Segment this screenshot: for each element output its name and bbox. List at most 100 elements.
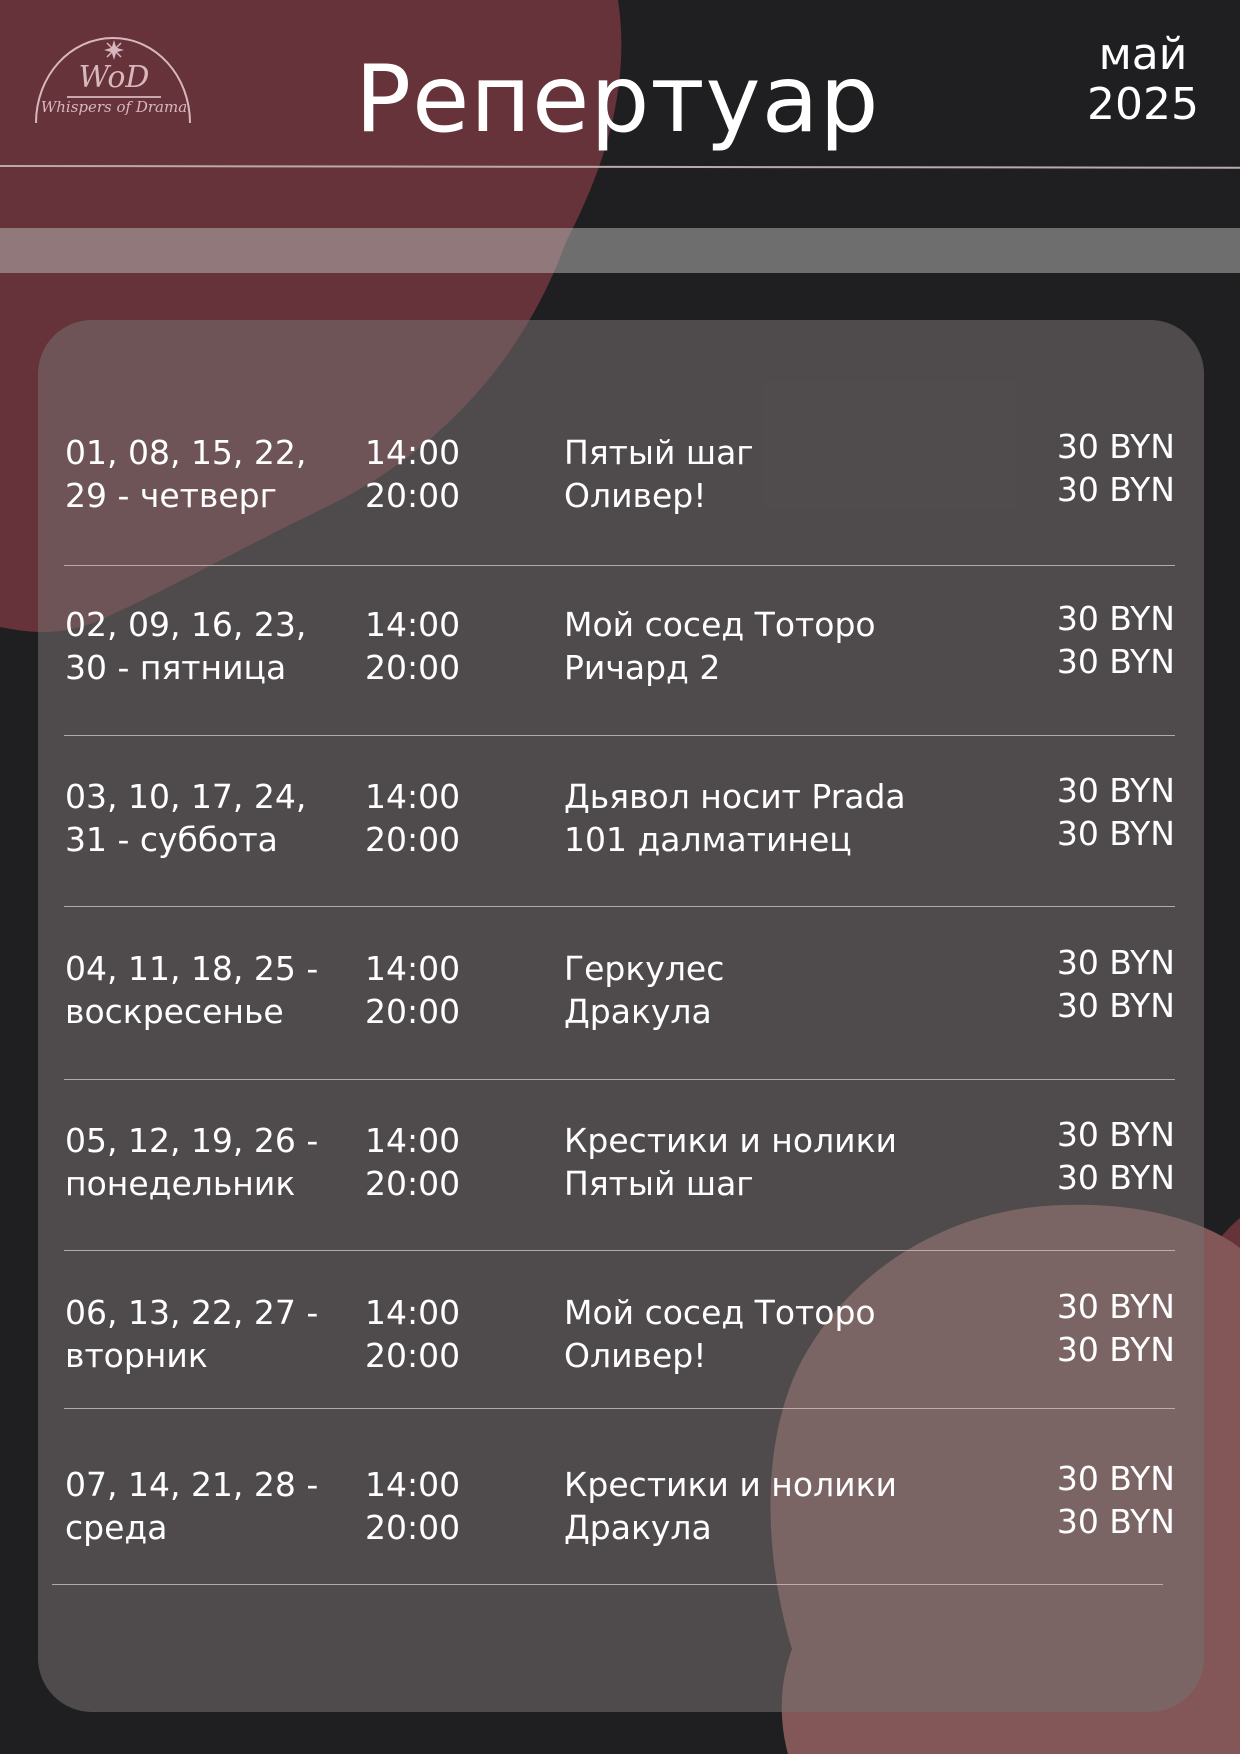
- show-times: 14:00 20:00: [365, 603, 515, 689]
- evening-price: 30 BYN: [1056, 642, 1175, 681]
- ticket-prices: 30 BYN 30 BYN: [1015, 769, 1175, 855]
- days-line: 01, 08, 15, 22,: [65, 433, 307, 472]
- schedule-row: 02, 09, 16, 23, 30 - пятница 14:00 20:00…: [65, 599, 1175, 697]
- ticket-prices: 30 BYN 30 BYN: [1015, 1285, 1175, 1371]
- row-divider: [64, 906, 1175, 907]
- schedule-row: 04, 11, 18, 25 - воскресенье 14:00 20:00…: [65, 943, 1175, 1041]
- row-divider: [64, 735, 1175, 736]
- days-weekday: среда: [65, 1508, 168, 1547]
- matinee-price: 30 BYN: [1056, 1115, 1175, 1154]
- show-titles: Крестики и нолики Пятый шаг: [564, 1119, 994, 1205]
- schedule-row: 07, 14, 21, 28 - среда 14:00 20:00 Крест…: [65, 1459, 1175, 1557]
- repertoire-poster: WoD Whispers of Drama Репертуар май 2025…: [0, 0, 1240, 1754]
- matinee-show-title: Мой сосед Тоторо: [564, 1293, 876, 1332]
- evening-time: 20:00: [365, 1164, 461, 1203]
- evening-price: 30 BYN: [1056, 986, 1175, 1025]
- matinee-price: 30 BYN: [1056, 1287, 1175, 1326]
- days-line: 03, 10, 17, 24,: [65, 777, 307, 816]
- evening-time: 20:00: [365, 1508, 461, 1547]
- evening-time: 20:00: [365, 476, 461, 515]
- show-days: 02, 09, 16, 23, 30 - пятница: [65, 603, 350, 689]
- evening-price: 30 BYN: [1056, 470, 1175, 509]
- show-times: 14:00 20:00: [365, 947, 515, 1033]
- matinee-price: 30 BYN: [1056, 771, 1175, 810]
- evening-show-title: Оливер!: [564, 476, 707, 515]
- matinee-show-title: Пятый шаг: [564, 433, 754, 472]
- show-titles: Крестики и нолики Дракула: [564, 1463, 994, 1549]
- evening-show-title: Ричард 2: [564, 648, 721, 687]
- schedule-row: 05, 12, 19, 26 - понедельник 14:00 20:00…: [65, 1115, 1175, 1213]
- show-times: 14:00 20:00: [365, 1463, 515, 1549]
- row-divider: [64, 1079, 1175, 1080]
- evening-price: 30 BYN: [1056, 814, 1175, 853]
- matinee-show-title: Геркулес: [564, 949, 725, 988]
- row-divider: [64, 1408, 1175, 1409]
- evening-show-title: Пятый шаг: [564, 1164, 754, 1203]
- ticket-prices: 30 BYN 30 BYN: [1015, 1113, 1175, 1199]
- show-times: 14:00 20:00: [365, 1291, 515, 1377]
- matinee-show-title: Крестики и нолики: [564, 1121, 897, 1160]
- show-days: 01, 08, 15, 22, 29 - четверг: [65, 431, 350, 517]
- evening-price: 30 BYN: [1056, 1330, 1175, 1369]
- matinee-show-title: Мой сосед Тоторо: [564, 605, 876, 644]
- ticket-prices: 30 BYN 30 BYN: [1015, 425, 1175, 511]
- schedule-row: 03, 10, 17, 24, 31 - суббота 14:00 20:00…: [65, 771, 1175, 869]
- row-divider: [64, 565, 1175, 566]
- evening-time: 20:00: [365, 820, 461, 859]
- matinee-time: 14:00: [365, 1465, 461, 1504]
- show-titles: Дьявол носит Prada 101 далматинец: [564, 775, 994, 861]
- matinee-time: 14:00: [365, 605, 461, 644]
- days-weekday: понедельник: [65, 1164, 296, 1203]
- ticket-prices: 30 BYN 30 BYN: [1015, 1457, 1175, 1543]
- show-days: 07, 14, 21, 28 - среда: [65, 1463, 350, 1549]
- evening-price: 30 BYN: [1056, 1502, 1175, 1541]
- matinee-price: 30 BYN: [1056, 1459, 1175, 1498]
- show-times: 14:00 20:00: [365, 431, 515, 517]
- show-days: 04, 11, 18, 25 - воскресенье: [65, 947, 350, 1033]
- evening-show-title: 101 далматинец: [564, 820, 852, 859]
- days-weekday: вторник: [65, 1336, 208, 1375]
- show-titles: Пятый шаг Оливер!: [564, 431, 994, 517]
- evening-time: 20:00: [365, 648, 461, 687]
- matinee-time: 14:00: [365, 1121, 461, 1160]
- matinee-show-title: Дьявол носит Prada: [564, 777, 906, 816]
- show-titles: Мой сосед Тоторо Оливер!: [564, 1291, 994, 1377]
- days-line: 07, 14, 21, 28 -: [65, 1465, 319, 1504]
- show-days: 05, 12, 19, 26 - понедельник: [65, 1119, 350, 1205]
- matinee-time: 14:00: [365, 777, 461, 816]
- evening-time: 20:00: [365, 992, 461, 1031]
- row-divider: [64, 1250, 1175, 1251]
- matinee-time: 14:00: [365, 433, 461, 472]
- matinee-price: 30 BYN: [1056, 599, 1175, 638]
- evening-show-title: Дракула: [564, 1508, 712, 1547]
- ticket-prices: 30 BYN 30 BYN: [1015, 941, 1175, 1027]
- show-days: 06, 13, 22, 27 - вторник: [65, 1291, 350, 1377]
- show-titles: Геркулес Дракула: [564, 947, 994, 1033]
- show-times: 14:00 20:00: [365, 775, 515, 861]
- show-times: 14:00 20:00: [365, 1119, 515, 1205]
- evening-show-title: Оливер!: [564, 1336, 707, 1375]
- days-line: 04, 11, 18, 25 -: [65, 949, 319, 988]
- evening-price: 30 BYN: [1056, 1158, 1175, 1197]
- matinee-price: 30 BYN: [1056, 427, 1175, 466]
- days-line: 02, 09, 16, 23,: [65, 605, 307, 644]
- days-line: 05, 12, 19, 26 -: [65, 1121, 319, 1160]
- schedule-row: 01, 08, 15, 22, 29 - четверг 14:00 20:00…: [65, 427, 1175, 525]
- matinee-time: 14:00: [365, 1293, 461, 1332]
- schedule-list: 01, 08, 15, 22, 29 - четверг 14:00 20:00…: [0, 0, 1240, 1754]
- ticket-prices: 30 BYN 30 BYN: [1015, 597, 1175, 683]
- evening-time: 20:00: [365, 1336, 461, 1375]
- show-titles: Мой сосед Тоторо Ричард 2: [564, 603, 994, 689]
- schedule-row: 06, 13, 22, 27 - вторник 14:00 20:00 Мой…: [65, 1287, 1175, 1385]
- row-divider: [52, 1584, 1163, 1585]
- matinee-show-title: Крестики и нолики: [564, 1465, 897, 1504]
- matinee-price: 30 BYN: [1056, 943, 1175, 982]
- show-days: 03, 10, 17, 24, 31 - суббота: [65, 775, 350, 861]
- days-line: 06, 13, 22, 27 -: [65, 1293, 319, 1332]
- days-weekday: 29 - четверг: [65, 476, 277, 515]
- matinee-time: 14:00: [365, 949, 461, 988]
- days-weekday: 31 - суббота: [65, 820, 278, 859]
- days-weekday: воскресенье: [65, 992, 284, 1031]
- evening-show-title: Дракула: [564, 992, 712, 1031]
- days-weekday: 30 - пятница: [65, 648, 287, 687]
